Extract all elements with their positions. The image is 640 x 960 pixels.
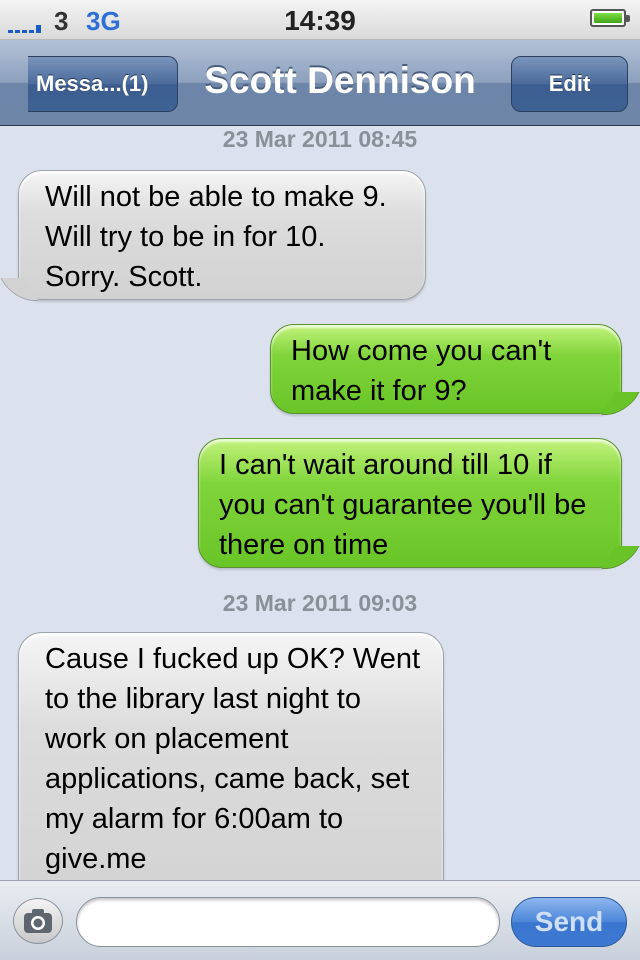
message-input[interactable] (76, 897, 500, 947)
message-text: I can't wait around till 10 if you can't… (219, 449, 587, 561)
back-button[interactable]: Messa...(1) (0, 55, 178, 113)
conversation-title: Scott Dennison (204, 60, 476, 101)
message-timestamp: 23 Mar 2011 09:03 (222, 590, 418, 616)
battery-icon (590, 9, 630, 27)
incoming-message-bubble[interactable]: Will not be able to make 9. Will try to … (18, 170, 426, 300)
message-composer: Send (0, 880, 640, 960)
camera-icon (24, 909, 52, 933)
outgoing-message-bubble[interactable]: How come you can't make it for 9? (270, 324, 622, 414)
outgoing-message-bubble[interactable]: I can't wait around till 10 if you can't… (198, 438, 622, 568)
message-timestamp: 23 Mar 2011 08:45 (222, 126, 418, 152)
status-bar: 3 3G 14:39 (0, 0, 640, 40)
message-text: Will not be able to make 9. Will try to … (45, 181, 387, 293)
navigation-bar: Messa...(1) Scott Dennison Edit (0, 40, 640, 126)
camera-button[interactable] (13, 898, 63, 944)
back-button-label: Messa...(1) (36, 71, 149, 96)
incoming-message-bubble[interactable]: Cause I fucked up OK? Went to the librar… (18, 632, 444, 912)
message-text: How come you can't make it for 9? (291, 335, 552, 407)
message-text: Cause I fucked up OK? Went to the librar… (45, 643, 421, 875)
send-button[interactable]: Send (511, 897, 627, 947)
status-time: 14:39 (284, 5, 356, 36)
edit-button[interactable]: Edit (511, 56, 628, 112)
